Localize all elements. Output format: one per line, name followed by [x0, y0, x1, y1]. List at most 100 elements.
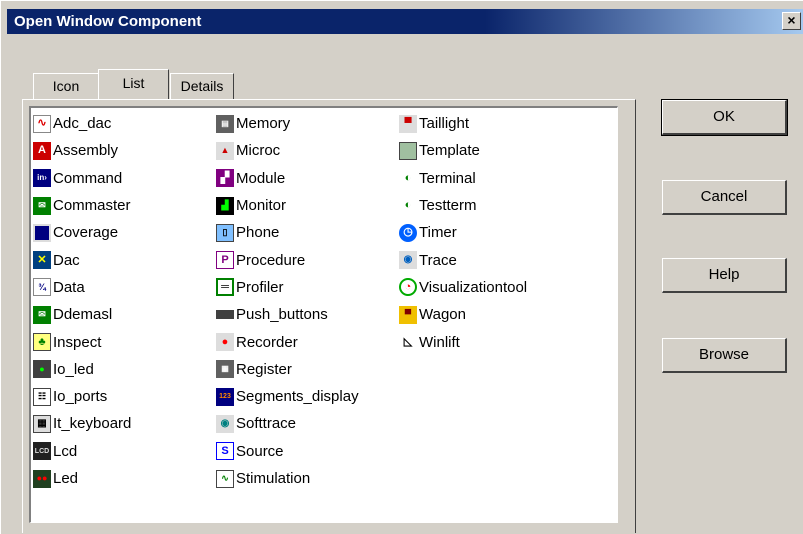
list-item[interactable]: LCD Lcd: [33, 438, 131, 465]
memory-icon: ▤: [216, 114, 234, 133]
list-column-3: ▀ Taillight Template ◐ Terminal ◐ Testterm ◷ Tim…: [399, 110, 527, 356]
list-item[interactable]: Push_buttons: [216, 301, 359, 328]
io-led-icon: ●: [33, 360, 51, 379]
list-item[interactable]: ●● Led: [33, 465, 131, 492]
list-item-label: Dac: [53, 251, 80, 269]
list-item-label: Adc_dac: [53, 115, 112, 133]
list-item[interactable]: ═ Profiler: [216, 274, 359, 301]
list-item-label: Lcd: [53, 442, 78, 460]
keyboard-icon: ▦: [33, 414, 51, 433]
list-item-label: Assembly: [53, 142, 119, 160]
lcd-icon: LCD: [33, 442, 51, 461]
list-column-2: ▤ Memory ▲ Microc ▞ Module ▟ Monitor ▯ Phone P Proc…: [216, 110, 359, 492]
microc-icon: ▲: [216, 141, 234, 160]
list-item[interactable]: ▟ Monitor: [216, 192, 359, 219]
close-button[interactable]: ×: [782, 12, 801, 30]
list-item[interactable]: ● Io_led: [33, 356, 131, 383]
list-item-label: Terminal: [419, 169, 476, 187]
list-item[interactable]: ☷ Io_ports: [33, 383, 131, 410]
list-item-label: Ddemasl: [53, 306, 113, 324]
template-icon: [399, 141, 417, 160]
list-item[interactable]: ▀ Taillight: [399, 110, 527, 137]
help-button[interactable]: Help: [662, 258, 787, 293]
trace-icon: ◉: [399, 251, 417, 270]
list-item[interactable]: Template: [399, 137, 527, 164]
push-buttons-icon: [216, 310, 234, 320]
list-item[interactable]: ▀ Wagon: [399, 301, 527, 328]
list-item[interactable]: 123 Segments_display: [216, 383, 359, 410]
list-item[interactable]: ¾ Data: [33, 274, 131, 301]
list-item-label: Inspect: [53, 333, 102, 351]
list-item[interactable]: ▦ Register: [216, 356, 359, 383]
assembly-icon: A: [33, 141, 51, 160]
adc-dac-icon: ∿: [33, 114, 51, 133]
list-item[interactable]: ◺ Winlift: [399, 328, 527, 355]
list-item[interactable]: ▦ It_keyboard: [33, 410, 131, 437]
ddemasl-icon: ✉: [33, 305, 51, 324]
list-item[interactable]: ♣ Inspect: [33, 328, 131, 355]
component-list[interactable]: ∿ Adc_dac A Assembly in› Command ✉ Commaster Cov…: [29, 106, 618, 523]
list-item[interactable]: ◷ Timer: [399, 219, 527, 246]
window-title: Open Window Component: [14, 13, 202, 30]
list-item[interactable]: ◔ Visualizationtool: [399, 274, 527, 301]
profiler-icon: ═: [216, 278, 234, 297]
list-item-label: Microc: [236, 142, 281, 160]
list-item-label: Io_led: [53, 360, 94, 378]
list-item-label: Io_ports: [53, 388, 108, 406]
list-item-label: Source: [236, 442, 284, 460]
command-icon: in›: [33, 169, 51, 188]
list-item[interactable]: ▲ Microc: [216, 137, 359, 164]
list-item[interactable]: ▞ Module: [216, 165, 359, 192]
list-item-label: Push_buttons: [236, 306, 328, 324]
wagon-icon: ▀: [399, 305, 417, 324]
winlift-icon: ◺: [399, 333, 417, 352]
list-item[interactable]: ✕ Dac: [33, 246, 131, 273]
tab-details[interactable]: Details: [170, 73, 234, 99]
list-item-label: Visualizationtool: [419, 278, 528, 296]
monitor-icon: ▟: [216, 196, 234, 215]
list-item-label: Timer: [419, 224, 457, 242]
register-icon: ▦: [216, 360, 234, 379]
list-item[interactable]: ▤ Memory: [216, 110, 359, 137]
stimulation-icon: ∿: [216, 469, 234, 488]
list-item-label: Command: [53, 169, 123, 187]
list-item[interactable]: ◉ Trace: [399, 246, 527, 273]
list-item-label: Phone: [236, 224, 280, 242]
list-item[interactable]: A Assembly: [33, 137, 131, 164]
testterm-icon: ◐: [399, 196, 417, 215]
list-item[interactable]: Coverage: [33, 219, 131, 246]
title-bar[interactable]: Open Window Component ×: [7, 9, 803, 34]
data-icon: ¾: [33, 278, 51, 297]
list-item-label: Segments_display: [236, 388, 359, 406]
tab-icon[interactable]: Icon: [33, 73, 99, 99]
list-item[interactable]: ▯ Phone: [216, 219, 359, 246]
list-item-label: Data: [53, 278, 85, 296]
open-window-component-dialog: Open Window Component × Icon List Detail…: [0, 0, 803, 534]
list-item[interactable]: ◉ Softtrace: [216, 410, 359, 437]
cancel-button[interactable]: Cancel: [662, 180, 787, 215]
source-icon: S: [216, 442, 234, 461]
list-item-label: Procedure: [236, 251, 306, 269]
close-icon: ×: [787, 12, 796, 28]
list-item[interactable]: P Procedure: [216, 246, 359, 273]
list-item[interactable]: ✉ Ddemasl: [33, 301, 131, 328]
ok-button[interactable]: OK: [661, 99, 788, 136]
list-item[interactable]: ∿ Adc_dac: [33, 110, 131, 137]
tab-list[interactable]: List: [98, 69, 169, 99]
led-icon: ●●: [33, 469, 51, 488]
browse-button[interactable]: Browse: [662, 338, 787, 373]
taillight-icon: ▀: [399, 114, 417, 133]
list-item-label: Module: [236, 169, 286, 187]
list-item[interactable]: S Source: [216, 438, 359, 465]
list-item[interactable]: ◐ Terminal: [399, 165, 527, 192]
list-item[interactable]: ∿ Stimulation: [216, 465, 359, 492]
list-item[interactable]: in› Command: [33, 165, 131, 192]
inspect-icon: ♣: [33, 333, 51, 352]
list-item[interactable]: ● Recorder: [216, 328, 359, 355]
list-item[interactable]: ◐ Testterm: [399, 192, 527, 219]
list-item-label: Template: [419, 142, 480, 160]
tab-list-label: List: [122, 75, 145, 91]
list-item-label: It_keyboard: [53, 415, 132, 433]
list-item[interactable]: ✉ Commaster: [33, 192, 131, 219]
procedure-icon: P: [216, 251, 234, 270]
